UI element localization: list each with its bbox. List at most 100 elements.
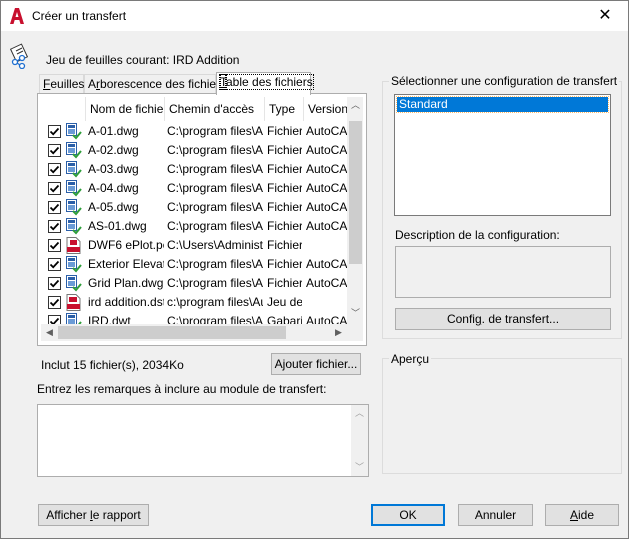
vertical-scroll-thumb[interactable] [349,121,362,264]
cell-version [306,236,348,255]
table-header: Nom de fichier Chemin d'accès Type Versi… [41,97,363,121]
files-table-panel: Nom de fichier Chemin d'accès Type Versi… [37,93,367,346]
included-files-summary: Inclut 15 fichier(s), 2034Ko [41,358,184,372]
cell-path: C:\Users\Administra [167,238,263,252]
remarks-scrollbar[interactable]: ︿ ﹀ [351,405,368,476]
scroll-left-icon[interactable]: ◀ [41,324,58,341]
transmittal-setups-button[interactable]: Config. de transfert... [395,308,611,330]
remarks-textarea[interactable]: ︿ ﹀ [37,404,369,477]
title-bar: Créer un transfert ✕ [1,1,628,31]
close-icon[interactable]: ✕ [582,1,628,31]
include-checkbox[interactable] [48,239,61,252]
dwg-sheet-icon [66,180,82,197]
include-checkbox[interactable] [48,163,61,176]
include-checkbox[interactable] [48,182,61,195]
dialog-title: Créer un transfert [32,9,127,23]
table-row[interactable]: ird addition.dstc:\program files\Auto Jeu… [41,293,363,312]
cell-type: Fichier [267,219,302,233]
ok-button[interactable]: OK [371,504,445,526]
cell-path: C:\program files\Aut [167,219,263,233]
table-row[interactable]: A-04.dwg C:\program files\Aut Fichier AutoC… [41,179,363,198]
scroll-down-icon[interactable]: ﹀ [351,459,368,476]
table-row[interactable]: DWF6 ePlot.pc3C:\Users\Administra Fichier… [41,236,363,255]
tab-files-table[interactable]: Table des fichiers [216,72,314,95]
cell-filename: A-03.dwg [88,162,139,176]
include-checkbox[interactable] [48,296,61,309]
cell-path: c:\program files\Auto [167,295,263,309]
include-checkbox[interactable] [48,201,61,214]
header-checkbox-column [41,97,86,121]
add-file-button[interactable]: Ajouter fichier... [271,353,361,375]
dwg-sheet-icon [66,123,82,140]
dwg-sheet-icon [66,161,82,178]
tab-sheets[interactable]: Feuilles [39,74,84,94]
horizontal-scroll-thumb[interactable] [58,326,286,339]
sheet-set-icon [9,43,29,69]
table-row[interactable]: A-01.dwg C:\program files\Aut Fichier AutoC… [41,122,363,141]
cell-version: AutoCAD [306,276,348,290]
cell-filename: AS-01.dwg [88,219,147,233]
table-row[interactable]: A-05.dwg C:\program files\Aut Fichier AutoC… [41,198,363,217]
tab-files-tree[interactable]: Arborescence des fichiers [84,74,226,94]
cell-filename: A-05.dwg [88,200,139,214]
cancel-button[interactable]: Annuler [458,504,533,526]
view-report-button[interactable]: Afficher le rapport [38,504,149,526]
column-header-filename[interactable]: Nom de fichier [86,97,165,121]
list-item[interactable]: Standard [396,96,609,113]
table-row[interactable]: Exterior ElevatioC:\program files\Aut Fic… [41,255,363,274]
help-button[interactable]: Aide [545,504,619,526]
cell-filename: A-02.dwg [88,143,139,157]
remarks-label: Entrez les remarques à inclure au module… [37,382,327,396]
dst-file-icon [66,294,82,311]
setup-description-label: Description de la configuration: [395,228,560,242]
column-header-path[interactable]: Chemin d'accès [165,97,265,121]
cell-type: Fichier [267,143,302,157]
cell-version: AutoCAD [306,200,348,214]
cell-type: Fichier [267,181,302,195]
cell-version [306,293,348,312]
scroll-up-icon[interactable]: ︿ [347,97,363,114]
table-row[interactable]: Grid Plan.dwg C:\program files\Aut Fichier… [41,274,363,293]
include-checkbox[interactable] [48,277,61,290]
cell-type: Fichier [267,162,302,176]
files-table: Nom de fichier Chemin d'accès Type Versi… [41,97,363,341]
cell-filename: Grid Plan.dwg [88,276,164,290]
cell-filename: A-04.dwg [88,181,139,195]
cell-type: Fichier [267,124,302,138]
transmittal-setup-title: Sélectionner une configuration de transf… [389,74,620,88]
autocad-logo-icon [10,8,24,24]
scroll-corner [347,324,363,341]
vertical-scrollbar[interactable]: ︿ ﹀ [347,97,363,341]
dwg-sheet-icon [66,199,82,216]
cell-path: C:\program files\Aut [167,257,263,271]
column-header-type[interactable]: Type [265,97,304,121]
table-row[interactable]: A-03.dwg C:\program files\Aut Fichier AutoC… [41,160,363,179]
include-checkbox[interactable] [48,220,61,233]
cell-type: Fichier [267,276,302,290]
dwg-sheet-icon [66,142,82,159]
scroll-down-icon[interactable]: ﹀ [347,305,363,322]
cell-version: AutoCAD [306,143,348,157]
cell-version: AutoCAD [306,219,348,233]
table-row[interactable]: AS-01.dwg C:\program files\Aut Fichier Auto… [41,217,363,236]
scroll-up-icon[interactable]: ︿ [351,405,368,422]
preview-group [382,358,622,474]
cell-version: AutoCAD [306,162,348,176]
cell-filename: ird addition.dst [88,295,164,309]
include-checkbox[interactable] [48,125,61,138]
include-checkbox[interactable] [48,144,61,157]
include-checkbox[interactable] [48,258,61,271]
dwg-sheet-icon [66,275,82,292]
table-row[interactable]: A-02.dwg C:\program files\Aut Fichier AutoC… [41,141,363,160]
cell-path: C:\program files\Aut [167,276,263,290]
scroll-right-icon[interactable]: ▶ [330,324,347,341]
cell-filename: DWF6 ePlot.pc3 [88,238,164,252]
cell-filename: A-01.dwg [88,124,139,138]
dwg-sheet-icon [66,256,82,273]
cell-path: C:\program files\Aut [167,181,263,195]
transmittal-setups-list[interactable]: Standard [394,94,611,216]
cell-path: C:\program files\Aut [167,124,263,138]
horizontal-scrollbar[interactable]: ◀ ▶ [41,324,347,341]
preview-title: Aperçu [389,352,432,366]
cell-version: AutoCAD [306,181,348,195]
